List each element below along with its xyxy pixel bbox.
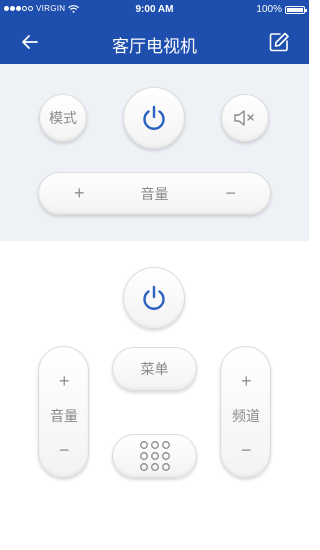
channel-label: 频道 — [232, 408, 260, 424]
battery-percent: 100% — [256, 4, 282, 15]
power-icon — [143, 285, 165, 310]
volume-control-vertical: + 音量 − — [38, 346, 89, 478]
volume-down-button[interactable]: − — [59, 440, 70, 461]
page-title: 客厅电视机 — [112, 37, 197, 56]
status-right: 100% — [256, 4, 307, 15]
number-keypad-icon — [139, 441, 170, 471]
mode-button[interactable]: 模式 — [39, 94, 87, 142]
power-button-secondary[interactable] — [123, 267, 185, 329]
volume-control-horizontal: + 音量 − — [38, 172, 271, 215]
speaker-mute-icon — [234, 110, 254, 126]
mode-label: 模式 — [49, 110, 77, 126]
volume-label: 音量 — [140, 185, 169, 202]
nav-bar: 客厅电视机 — [0, 20, 309, 64]
volume-up-button[interactable]: + — [59, 371, 70, 392]
edit-square-icon[interactable] — [268, 31, 290, 53]
channel-down-button[interactable]: − — [241, 440, 252, 461]
menu-label: 菜单 — [140, 361, 169, 377]
volume-down-button[interactable]: − — [225, 183, 236, 204]
mute-button[interactable] — [221, 94, 269, 142]
power-button[interactable] — [123, 87, 185, 149]
channel-control-vertical: + 频道 − — [220, 346, 271, 478]
status-bar: VIRGIN 9:00 AM 100% — [0, 0, 309, 20]
volume-up-button[interactable]: + — [74, 183, 85, 204]
channel-up-button[interactable]: + — [241, 371, 252, 392]
menu-button[interactable]: 菜单 — [112, 347, 197, 391]
power-icon — [143, 105, 165, 130]
keypad-button[interactable] — [112, 434, 197, 478]
battery-icon — [285, 5, 307, 14]
volume-label: 音量 — [50, 408, 78, 424]
